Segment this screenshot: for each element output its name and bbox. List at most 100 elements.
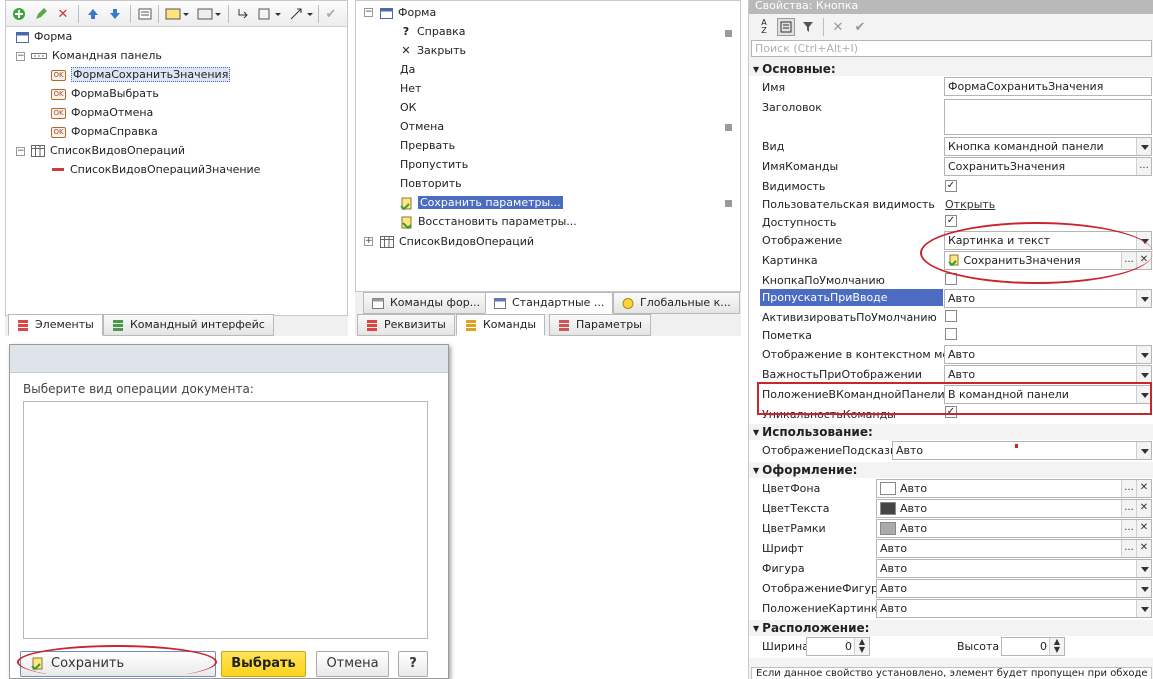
chevron-down-icon[interactable]: [1136, 290, 1151, 307]
tab-standard-commands[interactable]: Стандартные ...: [485, 292, 614, 314]
chevron-down-icon[interactable]: [1136, 346, 1151, 363]
text-color-field[interactable]: Авто... ✕: [876, 499, 1152, 518]
clear-icon[interactable]: ✕: [1136, 540, 1151, 557]
display-select[interactable]: Картинка и текст: [944, 231, 1152, 250]
move-down-icon[interactable]: [106, 5, 124, 23]
clear-icon[interactable]: ✕: [1136, 252, 1151, 269]
picture-position-select[interactable]: Авто: [876, 599, 1152, 618]
border-color-field[interactable]: Авто... ✕: [876, 519, 1152, 538]
collapse-icon[interactable]: −: [16, 52, 25, 61]
section-layout[interactable]: Расположение:: [753, 621, 869, 635]
spinner-icon[interactable]: ▲ ▼: [1049, 638, 1064, 655]
form-layout-icon[interactable]: [164, 5, 190, 23]
collapse-icon[interactable]: −: [364, 8, 373, 17]
expand-icon[interactable]: +: [364, 237, 373, 246]
spinner-icon[interactable]: ▲ ▼: [854, 638, 869, 655]
ellipsis-icon[interactable]: ...: [1121, 500, 1136, 517]
user-visibility-link[interactable]: Открыть: [945, 198, 995, 211]
apply-icon[interactable]: ✔: [851, 18, 869, 36]
panel-position-select[interactable]: В командной панели: [944, 385, 1152, 404]
cancel-button[interactable]: Отмена: [316, 651, 389, 677]
filter-icon[interactable]: [799, 18, 817, 36]
resize-icon[interactable]: [256, 5, 282, 23]
width-field[interactable]: 0 ▲ ▼: [806, 637, 870, 656]
visible-checkbox[interactable]: ✓: [945, 180, 957, 192]
tree-command-select[interactable]: OK ФормаВыбрать: [51, 85, 159, 103]
header-field[interactable]: [944, 99, 1152, 135]
section-main[interactable]: Основные:: [753, 62, 836, 76]
tree-command-panel[interactable]: Командная панель: [31, 47, 162, 65]
skip-select[interactable]: Авто: [944, 289, 1152, 308]
chevron-down-icon[interactable]: [1136, 232, 1151, 249]
ellipsis-icon[interactable]: ...: [1121, 520, 1136, 537]
default-button-checkbox[interactable]: [945, 273, 957, 285]
tree-command-cancel[interactable]: OK ФормаОтмена: [51, 104, 153, 122]
cmd-no[interactable]: Нет: [400, 80, 421, 98]
ellipsis-icon[interactable]: ...: [1121, 252, 1136, 269]
tab-attributes[interactable]: Реквизиты: [357, 314, 455, 336]
tab-command-interface[interactable]: Командный интерфейс: [103, 314, 274, 336]
select-button[interactable]: Выбрать: [221, 651, 306, 677]
chevron-down-icon[interactable]: [1136, 138, 1151, 155]
ellipsis-icon[interactable]: ...: [1121, 540, 1136, 557]
cmd-yes[interactable]: Да: [400, 61, 415, 79]
preview-list[interactable]: [23, 401, 428, 639]
cmd-list[interactable]: СписокВидовОпераций: [380, 233, 534, 251]
tab-form-commands[interactable]: Команды фор...: [363, 292, 490, 314]
ellipsis-icon[interactable]: ...: [1121, 480, 1136, 497]
height-field[interactable]: 0 ▲ ▼: [1001, 637, 1065, 656]
picture-field[interactable]: СохранитьЗначения ... ✕: [944, 251, 1152, 270]
tree-root-form[interactable]: Форма: [16, 28, 72, 46]
tree-command-help[interactable]: OK ФормаСправка: [51, 123, 158, 141]
stretch-icon[interactable]: [288, 5, 314, 23]
chevron-down-icon[interactable]: [1136, 580, 1151, 597]
cmd-retry[interactable]: Повторить: [400, 175, 462, 193]
cmd-ok[interactable]: ОК: [400, 99, 416, 117]
cmd-cancel[interactable]: Отмена: [400, 118, 444, 136]
collapse-icon[interactable]: −: [16, 147, 25, 156]
group-icon[interactable]: [196, 5, 222, 23]
tree-command-save[interactable]: OK ФормаСохранитьЗначения: [51, 66, 231, 84]
properties-icon[interactable]: [136, 5, 154, 23]
clear-icon[interactable]: ✕: [1136, 520, 1151, 537]
add-icon[interactable]: [10, 5, 28, 23]
cmd-root-form[interactable]: Форма: [380, 4, 436, 22]
check-icon[interactable]: ✔: [322, 5, 340, 23]
type-select[interactable]: Кнопка командной панели: [944, 137, 1152, 156]
categorize-icon[interactable]: [777, 18, 795, 36]
clear-icon[interactable]: ✕: [1136, 480, 1151, 497]
cmd-abort[interactable]: Прервать: [400, 137, 455, 155]
cmd-close[interactable]: ✕ Закрыть: [400, 42, 466, 60]
chevron-down-icon[interactable]: [1136, 386, 1151, 403]
help-button[interactable]: ?: [398, 651, 428, 677]
cmd-restore-params[interactable]: Восстановить параметры...: [400, 213, 577, 231]
shape-select[interactable]: Авто: [876, 559, 1152, 578]
tree-list[interactable]: СписокВидовОпераций: [31, 142, 185, 160]
tab-parameters[interactable]: Параметры: [549, 314, 651, 336]
name-field[interactable]: ФормаСохранитьЗначения: [944, 77, 1152, 96]
tab-commands[interactable]: Команды: [456, 314, 546, 336]
edit-icon[interactable]: [32, 5, 50, 23]
shape-display-select[interactable]: Авто: [876, 579, 1152, 598]
clear-icon[interactable]: ✕: [829, 18, 847, 36]
bg-color-field[interactable]: Авто... ✕: [876, 479, 1152, 498]
delete-icon[interactable]: ✕: [54, 5, 72, 23]
command-field[interactable]: СохранитьЗначения...: [944, 157, 1152, 176]
activate-default-checkbox[interactable]: [945, 310, 957, 322]
tab-global-commands[interactable]: Глобальные к...: [613, 292, 740, 314]
search-input[interactable]: Поиск (Ctrl+Alt+I): [751, 40, 1152, 57]
enabled-checkbox[interactable]: ✓: [945, 215, 957, 227]
tree-list-value[interactable]: СписокВидовОперацийЗначение: [51, 161, 260, 179]
section-use[interactable]: Использование:: [753, 425, 873, 439]
mark-checkbox[interactable]: [945, 328, 957, 340]
ellipsis-icon[interactable]: ...: [1136, 158, 1151, 175]
cmd-skip[interactable]: Пропустить: [400, 156, 468, 174]
tooltip-select[interactable]: Авто: [892, 441, 1152, 460]
tab-elements[interactable]: Элементы: [8, 314, 103, 336]
branch-icon[interactable]: [234, 5, 252, 23]
sort-az-icon[interactable]: AZ: [755, 18, 773, 36]
chevron-down-icon[interactable]: [1136, 560, 1151, 577]
section-design[interactable]: Оформление:: [753, 463, 857, 477]
clear-icon[interactable]: ✕: [1136, 500, 1151, 517]
save-params-button[interactable]: Сохранить параметры...: [20, 651, 216, 677]
